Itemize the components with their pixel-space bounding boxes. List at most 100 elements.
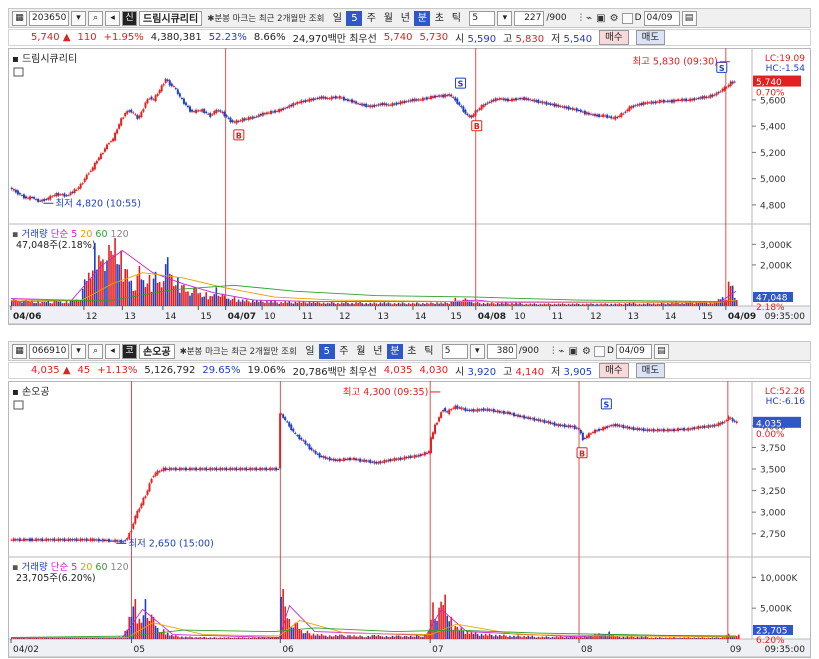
candle-body [227, 469, 230, 470]
interval-select[interactable]: 5 [469, 10, 496, 26]
speaker-icon[interactable]: ◂ [105, 10, 120, 26]
candle-body [413, 98, 416, 102]
volume-bar [351, 303, 353, 306]
period-tab-5[interactable]: 분 [414, 10, 431, 26]
candle-body [373, 461, 376, 464]
speaker-icon[interactable]: ◂ [105, 343, 120, 359]
stock-code-input[interactable]: 066910 [29, 343, 69, 359]
time-tick-label: 07 [432, 645, 443, 655]
save-icon[interactable]: ▣ [568, 346, 579, 357]
interval-dropdown-icon[interactable]: ▾ [469, 343, 485, 359]
candle-body [18, 193, 21, 195]
volume-bar [644, 304, 647, 306]
period-tab-3[interactable]: 월 [353, 344, 369, 359]
price-chart[interactable]: ▪ 드림시큐리티 LC:19.09HC:-1.54 4,800 5,000 5,200 5… [8, 48, 811, 326]
candle-body [415, 455, 418, 457]
save-icon[interactable]: ▣ [595, 13, 606, 24]
candle-body [363, 459, 366, 462]
stock-code-input[interactable]: 203650 [29, 10, 69, 26]
candle-body [45, 198, 48, 200]
sell-button[interactable]: 매도 [635, 363, 666, 378]
period-tab-1[interactable]: 5 [318, 343, 335, 359]
period-tab-4[interactable]: 년 [370, 344, 386, 359]
volume-bar [193, 637, 195, 639]
candle-body [571, 426, 574, 428]
period-tab-3[interactable]: 월 [380, 11, 396, 26]
volume-tag-label: 47,048 [756, 294, 788, 304]
layout-icon[interactable]: ▦ [12, 343, 27, 359]
buy-button[interactable]: 매수 [599, 363, 629, 378]
period-tab-6[interactable]: 초 [404, 344, 420, 359]
volume-bar [296, 623, 299, 639]
search-icon[interactable]: ⌕ [88, 343, 103, 359]
sell-signal-marker[interactable]: S [455, 77, 467, 89]
buy-signal-marker[interactable]: B [233, 129, 245, 141]
volume-bar [505, 302, 507, 306]
drawing-icon[interactable]: ⌁ [558, 346, 566, 357]
period-tab-4[interactable]: 년 [397, 11, 413, 26]
code-dropdown-icon[interactable]: ▾ [71, 343, 86, 359]
candle-body [67, 538, 70, 542]
buy-signal-marker[interactable]: B [576, 447, 588, 459]
volume-bar [373, 634, 376, 639]
gear-icon[interactable]: ⚙ [581, 346, 592, 357]
volume-bar [367, 303, 369, 306]
volume-bar [312, 633, 315, 639]
volume-bar [247, 637, 250, 639]
candle-body [484, 103, 487, 106]
count-input[interactable]: 227 [514, 10, 545, 26]
candle-body [51, 539, 54, 541]
volume-bar [233, 637, 236, 639]
count-input[interactable]: 380 [486, 343, 517, 359]
volume-bar [63, 638, 66, 639]
buy-button[interactable]: 매수 [599, 30, 629, 45]
candle-body [521, 97, 524, 100]
period-tab-1[interactable]: 5 [346, 10, 363, 26]
interval-dropdown-icon[interactable]: ▾ [497, 10, 513, 26]
drawing-icon[interactable]: ⌁ [585, 13, 593, 24]
candle-body [180, 468, 183, 470]
period-tab-7[interactable]: 틱 [421, 344, 437, 359]
period-tab-6[interactable]: 초 [431, 11, 447, 26]
legend-toggle-icon[interactable] [13, 400, 24, 410]
code-dropdown-icon[interactable]: ▾ [71, 10, 86, 26]
date-checkbox[interactable] [621, 12, 633, 24]
volume-bar [661, 302, 663, 306]
candle-body [85, 538, 88, 542]
candle-body [186, 105, 189, 108]
sell-button[interactable]: 매도 [635, 30, 666, 45]
volume-bar [480, 633, 483, 639]
period-tab-0[interactable]: 일 [329, 11, 345, 26]
sell-signal-marker[interactable]: S [716, 61, 728, 73]
date-input[interactable]: 04/09 [615, 343, 652, 359]
candle-body [158, 90, 161, 94]
period-tab-7[interactable]: 틱 [448, 11, 464, 26]
layout-icon[interactable]: ▦ [12, 10, 27, 26]
period-tab-5[interactable]: 분 [386, 343, 403, 359]
date-checkbox[interactable] [593, 345, 605, 357]
sell-signal-marker[interactable]: S [600, 398, 612, 410]
candle-body [598, 114, 601, 117]
calendar-icon[interactable]: ▤ [653, 343, 669, 359]
volume-bar [444, 302, 446, 306]
buy-signal-marker[interactable]: B [471, 120, 483, 132]
indicator-icon[interactable]: ⫶ [579, 13, 584, 24]
volume-bar [57, 637, 60, 639]
legend-toggle-icon[interactable] [13, 67, 24, 77]
gear-icon[interactable]: ⚙ [609, 13, 620, 24]
period-tab-2[interactable]: 주 [336, 344, 352, 359]
indicator-icon[interactable]: ⫶ [551, 346, 556, 357]
calendar-icon[interactable]: ▤ [681, 10, 697, 26]
volume-bar [622, 636, 625, 639]
volume-bar [484, 633, 487, 639]
period-tab-0[interactable]: 일 [302, 344, 318, 359]
date-input[interactable]: 04/09 [643, 10, 680, 26]
period-tab-2[interactable]: 주 [363, 11, 379, 26]
candle-body [340, 459, 343, 461]
volume-bar [580, 304, 582, 306]
candle-body [502, 98, 505, 101]
price-chart[interactable]: ▪ 손오공 LC:52.26HC:-6.16 2,750 3,000 3,250 3,50… [8, 381, 811, 659]
interval-select[interactable]: 5 [441, 343, 468, 359]
candle-body [105, 539, 108, 542]
search-icon[interactable]: ⌕ [88, 10, 103, 26]
